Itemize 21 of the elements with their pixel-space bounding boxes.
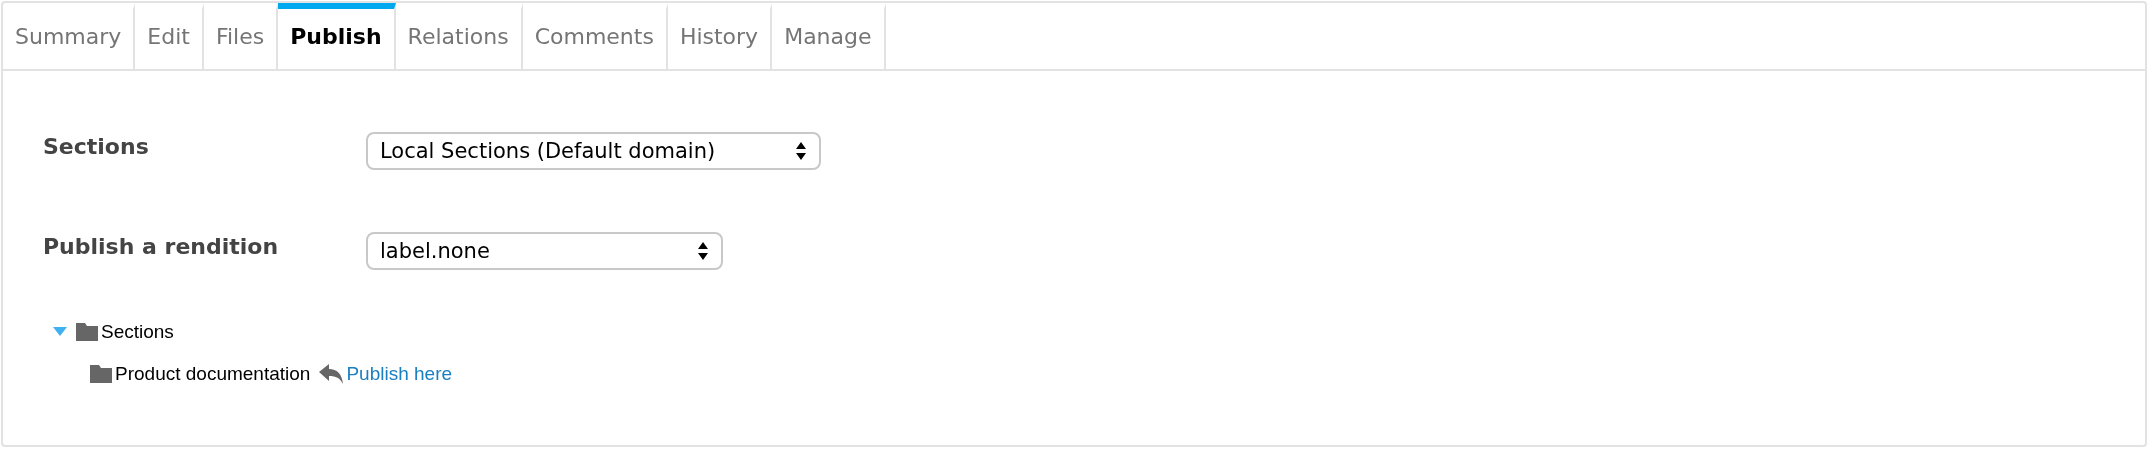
select-field[interactable]: label.none — [366, 232, 723, 270]
field-label: Sections — [43, 133, 150, 159]
tree-item-label[interactable]: Sections — [101, 321, 174, 343]
expand-triangle-icon[interactable] — [53, 327, 67, 337]
tab[interactable]: Comments — [522, 3, 668, 69]
tab[interactable]: History — [667, 3, 773, 69]
tab[interactable]: Manage — [772, 3, 886, 69]
tab[interactable]: Summary — [3, 3, 136, 69]
reply-arrow-icon — [319, 364, 344, 384]
up-down-arrows-icon — [795, 141, 807, 161]
tab[interactable]: Edit — [135, 3, 204, 69]
folder-icon — [90, 365, 112, 383]
publish-here-link[interactable]: Publish here — [346, 363, 453, 385]
tab[interactable]: Relations — [395, 3, 523, 69]
tab[interactable]: Publish — [278, 3, 396, 69]
select-field[interactable]: Local Sections (Default domain) — [366, 132, 821, 170]
tab[interactable]: Files — [203, 3, 279, 69]
tree-item-label[interactable]: Product documentation — [115, 363, 311, 385]
field-label: Publish a rendition — [43, 233, 280, 259]
up-down-arrows-icon — [697, 241, 709, 261]
folder-icon — [76, 323, 98, 341]
